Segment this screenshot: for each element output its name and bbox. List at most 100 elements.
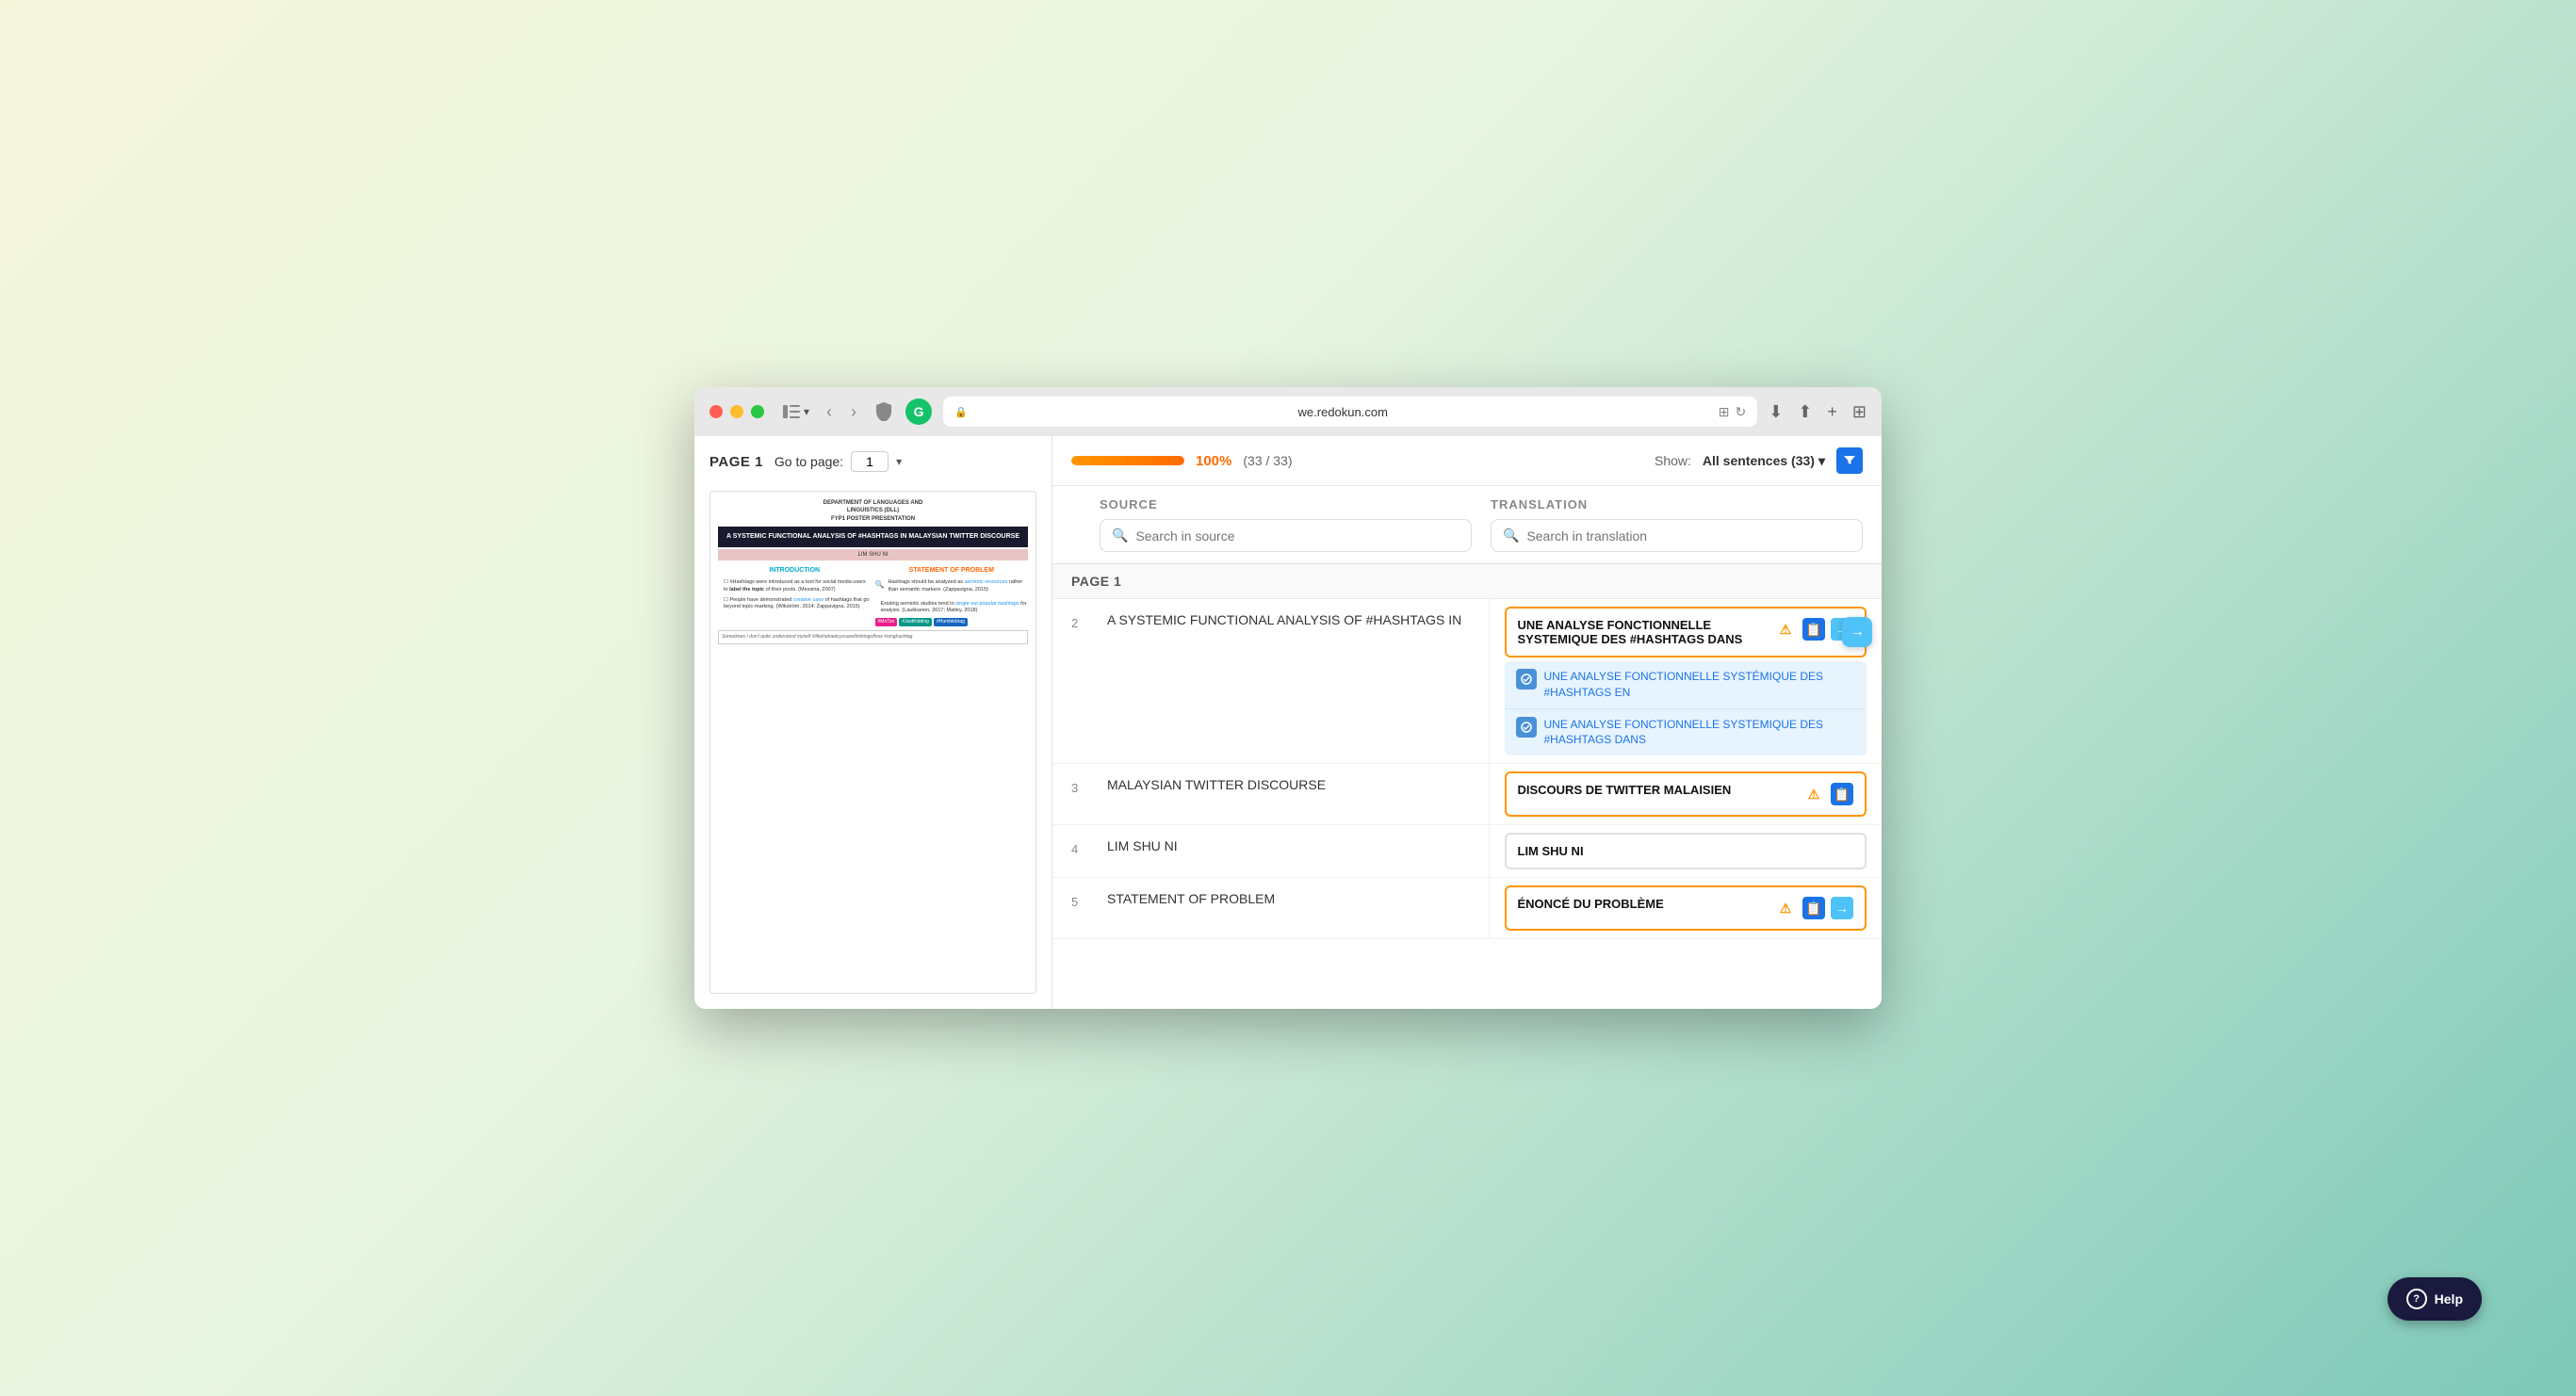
copy-icon[interactable]: 📋 [1802,618,1825,641]
source-search-icon: 🔍 [1112,528,1128,544]
suggestion-list: UNE ANALYSE FONCTIONNELLE SYSTÉMIQUE DES… [1505,661,1867,755]
doc-col-intro: INTRODUCTION ☐ #Hashtags were introduced… [718,566,872,626]
download-icon[interactable]: ⬇ [1769,402,1783,422]
maximize-button[interactable] [751,405,764,418]
doc-footer: Sometimes I don't quite understand mysel… [718,630,1028,644]
progress-fraction: (33 / 33) [1243,453,1292,468]
show-label: Show: [1655,453,1691,468]
help-button[interactable]: ? Help [2388,1277,2482,1321]
table-header: SOURCE 🔍 TRANSLATION 🔍 [1052,486,1882,564]
address-bar[interactable]: 🔒 we.redokun.com ⊞ ↻ [943,397,1757,427]
translation-text: ÉNONCÉ DU PROBLÈME [1518,897,1768,911]
translation-cell[interactable]: UNE ANALYSE FONCTIONNELLE SYSTEMIQUE DES… [1490,599,1883,763]
problem-title: STATEMENT OF PROBLEM [875,566,1029,576]
source-column: SOURCE 🔍 [1100,497,1491,552]
progress-fill [1071,456,1184,465]
translation-cell[interactable]: DISCOURS DE TWITTER MALAISIEN ⚠ 📋 [1490,764,1883,824]
right-panel: 100% (33 / 33) Show: All sentences (33) … [1052,436,1882,1009]
suggestion-item-1[interactable]: UNE ANALYSE FONCTIONNELLE SYSTÉMIQUE DES… [1505,661,1867,709]
page-chevron-icon: ▾ [896,455,902,468]
translation-input[interactable]: ÉNONCÉ DU PROBLÈME ⚠ 📋 → [1505,885,1867,931]
show-select-button[interactable]: All sentences (33) ▾ [1703,453,1825,469]
doc-bullet-1: ☐ #Hashtags were introduced as a tool fo… [718,579,872,593]
doc-title: A SYSTEMIC FUNCTIONAL ANALYSIS OF #HASHT… [718,527,1028,547]
lock-icon: 🔒 [954,406,968,418]
sidebar-chevron-icon: ▾ [804,405,809,418]
progress-area: 100% (33 / 33) Show: All sentences (33) … [1052,436,1882,486]
row-number: 3 [1071,764,1100,824]
minimize-button[interactable] [730,405,743,418]
translation-search-box[interactable]: 🔍 [1491,519,1863,552]
translation-table: SOURCE 🔍 TRANSLATION 🔍 [1052,486,1882,1009]
filter-icon[interactable] [1836,447,1863,474]
nav-buttons: ‹ › [821,398,862,426]
translation-actions: ⚠ 📋 [1802,783,1853,805]
row-number: 4 [1071,825,1100,877]
suggestion-icon-1 [1516,669,1537,690]
row-number: 2 [1071,599,1100,763]
page-label: PAGE 1 [709,454,763,470]
suggestion-item-2[interactable]: UNE ANALYSE FONCTIONNELLE SYSTEMIQUE DES… [1505,709,1867,756]
add-tab-icon[interactable]: + [1827,402,1837,422]
forward-button[interactable]: › [845,398,862,426]
source-search-box[interactable]: 🔍 [1100,519,1472,552]
left-panel: PAGE 1 Go to page: ▾ DEPARTMENT OF LANGU… [694,436,1052,1009]
translation-input[interactable]: UNE ANALYSE FONCTIONNELLE SYSTEMIQUE DES… [1505,607,1867,657]
table-row: 5 STATEMENT OF PROBLEM ÉNONCÉ DU PROBLÈM… [1052,878,1882,939]
translate-icon: ⊞ [1719,404,1730,420]
table-row: 2 A SYSTEMIC FUNCTIONAL ANALYSIS OF #HAS… [1052,599,1882,764]
toolbar-right: ⬇ ⬆ + ⊞ [1769,402,1867,422]
url-text: we.redokun.com [973,405,1713,419]
doc-dept: DEPARTMENT OF LANGUAGES AND LINGUISTICS … [718,499,1028,523]
copy-icon[interactable]: 📋 [1831,783,1853,805]
grid-icon[interactable]: ⊞ [1852,402,1867,422]
source-search-input[interactable] [1135,528,1459,544]
translation-search-icon: 🔍 [1503,528,1519,544]
grammarly-icon[interactable]: G [905,398,932,425]
source-header: SOURCE [1100,497,1472,511]
source-cell: LIM SHU NI [1100,825,1490,877]
translation-text: UNE ANALYSE FONCTIONNELLE SYSTEMIQUE DES… [1518,618,1768,646]
warning-icon[interactable]: ⚠ [1774,897,1797,919]
warning-icon[interactable]: ⚠ [1774,618,1797,641]
back-button[interactable]: ‹ [821,398,838,426]
translation-cell[interactable]: LIM SHU NI [1490,825,1883,877]
close-button[interactable] [709,405,723,418]
translation-column: TRANSLATION 🔍 [1491,497,1863,552]
refresh-icon: ↻ [1735,404,1746,420]
translation-input[interactable]: LIM SHU NI [1505,833,1867,869]
doc-col-problem: STATEMENT OF PROBLEM 🔍 Hashtags should b… [875,566,1029,626]
share-icon[interactable]: ⬆ [1798,402,1812,422]
translation-text: LIM SHU NI [1518,844,1854,858]
float-action-btn[interactable]: → [1842,617,1872,647]
intro-title: INTRODUCTION [718,566,872,576]
warning-icon[interactable]: ⚠ [1802,783,1825,805]
shield-icon [873,401,894,422]
doc-hashtags: #MeToo #JustKidding #Humblebrag [875,618,1029,626]
suggestion-text-1: UNE ANALYSE FONCTIONNELLE SYSTÉMIQUE DES… [1544,669,1856,701]
sidebar-toggle[interactable]: ▾ [783,405,809,418]
page-section-header: PAGE 1 [1052,564,1882,599]
browser-window: ▾ ‹ › G 🔒 we.redokun.com ⊞ ↻ ⬇ [694,387,1882,1009]
translation-input[interactable]: DISCOURS DE TWITTER MALAISIEN ⚠ 📋 [1505,771,1867,817]
table-row: 4 LIM SHU NI LIM SHU NI [1052,825,1882,878]
goto-page-label: Go to page: ▾ [774,451,902,472]
source-cell: A SYSTEMIC FUNCTIONAL ANALYSIS OF #HASHT… [1100,599,1490,763]
progress-percentage: 100% [1196,453,1231,469]
translation-cell[interactable]: ÉNONCÉ DU PROBLÈME ⚠ 📋 → [1490,878,1883,938]
table-row: 3 MALAYSIAN TWITTER DISCOURSE DISCOURS D… [1052,764,1882,825]
document-preview: DEPARTMENT OF LANGUAGES AND LINGUISTICS … [709,491,1036,994]
help-icon: ? [2406,1289,2427,1309]
source-cell: STATEMENT OF PROBLEM [1100,878,1490,938]
translation-actions: ⚠ 📋 → [1774,897,1853,919]
page-header: PAGE 1 Go to page: ▾ [709,451,1036,479]
doc-columns: INTRODUCTION ☐ #Hashtags were introduced… [718,566,1028,626]
suggestion-text-2: UNE ANALYSE FONCTIONNELLE SYSTEMIQUE DES… [1544,717,1856,749]
main-content: PAGE 1 Go to page: ▾ DEPARTMENT OF LANGU… [694,436,1882,1009]
copy-icon[interactable]: 📋 [1802,897,1825,919]
page-number-input[interactable] [851,451,889,472]
doc-author: LIM SHU NI [718,549,1028,560]
translation-search-input[interactable] [1526,528,1850,544]
arrow-icon[interactable]: → [1831,897,1853,919]
translation-header: TRANSLATION [1491,497,1863,511]
